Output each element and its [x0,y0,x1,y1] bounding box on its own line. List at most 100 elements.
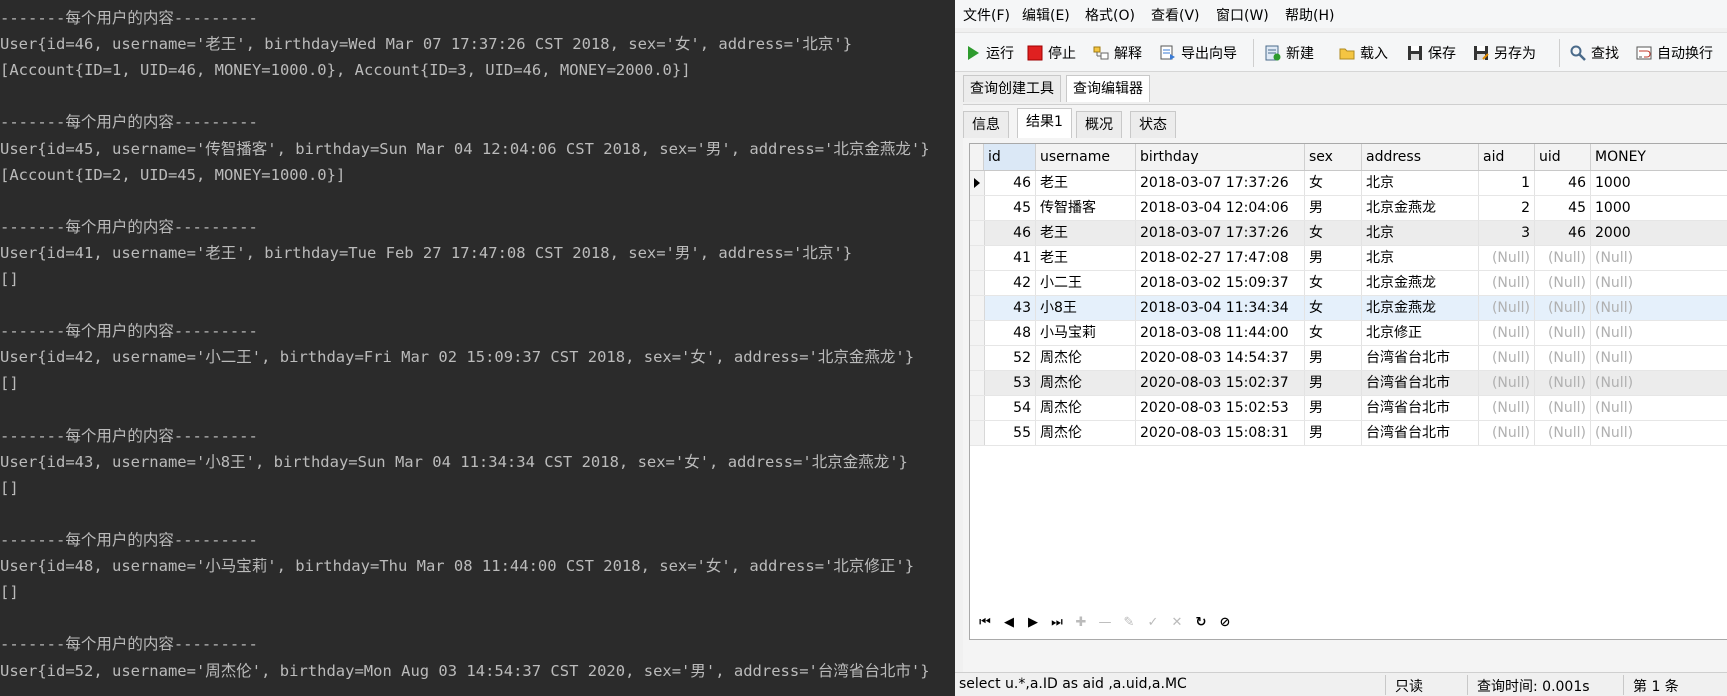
cell-money[interactable]: (Null) [1591,346,1727,370]
cell-money[interactable]: 2000 [1591,221,1727,245]
cell-aid[interactable]: (Null) [1479,296,1535,320]
cell-id[interactable]: 45 [984,196,1036,220]
auto-wrap-button[interactable]: 自动换行 [1636,42,1713,64]
row-indicator[interactable] [970,296,985,320]
cell-aid[interactable]: 3 [1479,221,1535,245]
export-wizard-button[interactable]: 导出向导 [1160,42,1237,64]
cell-uid[interactable]: (Null) [1535,396,1591,420]
cell-aid[interactable]: (Null) [1479,346,1535,370]
cell-address[interactable]: 北京 [1362,246,1479,270]
cell-uid[interactable]: (Null) [1535,296,1591,320]
add-record-icon[interactable]: ✚ [1073,615,1089,631]
column-header-sex[interactable]: sex [1305,144,1362,170]
cell-money[interactable]: (Null) [1591,421,1727,445]
cell-uid[interactable]: (Null) [1535,271,1591,295]
cell-sex[interactable]: 男 [1305,421,1362,445]
cell-username[interactable]: 传智播客 [1036,196,1136,220]
save-button[interactable]: 保存 [1407,42,1456,64]
row-indicator[interactable] [970,246,985,270]
cell-username[interactable]: 老王 [1036,171,1136,195]
cell-id[interactable]: 52 [984,346,1036,370]
cell-money[interactable]: (Null) [1591,246,1727,270]
cell-address[interactable]: 北京金燕龙 [1362,296,1479,320]
edit-record-icon[interactable]: ✎ [1121,615,1137,631]
table-row[interactable]: 53 周杰伦 2020-08-03 15:02:37 男台湾省台北市 (Null) (Nu… [970,371,1727,396]
load-button[interactable]: 载入 [1339,42,1388,64]
cell-uid[interactable]: (Null) [1535,421,1591,445]
cell-uid[interactable]: 46 [1535,171,1591,195]
cell-uid[interactable]: (Null) [1535,346,1591,370]
cell-id[interactable]: 53 [984,371,1036,395]
cell-sex[interactable]: 女 [1305,221,1362,245]
row-indicator[interactable] [970,421,985,445]
tab-result1[interactable]: 结果1 [1017,108,1072,138]
last-record-icon[interactable]: ⏭ [1049,615,1065,631]
cell-username[interactable]: 小二王 [1036,271,1136,295]
column-header-address[interactable]: address [1362,144,1479,170]
stop-refresh-icon[interactable]: ⊘ [1217,615,1233,631]
cell-aid[interactable]: (Null) [1479,271,1535,295]
cell-money[interactable]: (Null) [1591,321,1727,345]
cell-username[interactable]: 老王 [1036,246,1136,270]
cell-id[interactable]: 55 [984,421,1036,445]
menu-edit[interactable]: 编辑(E) [1022,5,1070,25]
cell-username[interactable]: 周杰伦 [1036,396,1136,420]
apply-changes-icon[interactable]: ✓ [1145,615,1161,631]
prev-record-icon[interactable]: ◀ [1001,615,1017,631]
cell-money[interactable]: 1000 [1591,171,1727,195]
cell-money[interactable]: (Null) [1591,371,1727,395]
column-header-money[interactable]: MONEY [1591,144,1727,170]
cell-id[interactable]: 46 [984,171,1036,195]
table-row[interactable]: 46 老王 2018-03-07 17:37:26 女北京 3 46 2000 [970,221,1727,246]
cell-address[interactable]: 台湾省台北市 [1362,421,1479,445]
cell-address[interactable]: 台湾省台北市 [1362,371,1479,395]
cell-id[interactable]: 42 [984,271,1036,295]
cell-birthday[interactable]: 2018-03-04 12:04:06 [1136,196,1305,220]
column-header-birthday[interactable]: birthday [1136,144,1305,170]
cell-sex[interactable]: 男 [1305,246,1362,270]
cell-id[interactable]: 48 [984,321,1036,345]
cell-aid[interactable]: (Null) [1479,396,1535,420]
cell-address[interactable]: 台湾省台北市 [1362,396,1479,420]
tab-query-editor[interactable]: 查询编辑器 [1066,75,1150,102]
column-header-uid[interactable]: uid [1535,144,1591,170]
cell-address[interactable]: 北京金燕龙 [1362,271,1479,295]
next-record-icon[interactable]: ▶ [1025,615,1041,631]
cell-username[interactable]: 周杰伦 [1036,371,1136,395]
column-header-username[interactable]: username [1036,144,1136,170]
row-indicator[interactable] [970,321,985,345]
table-row[interactable]: 54 周杰伦 2020-08-03 15:02:53 男台湾省台北市 (Null) (Nu… [970,396,1727,421]
table-row[interactable]: 42 小二王 2018-03-02 15:09:37 女北京金燕龙 (Null) (Nul… [970,271,1727,296]
column-header-aid[interactable]: aid [1479,144,1535,170]
column-header-id[interactable]: id [984,144,1036,170]
cell-money[interactable]: 1000 [1591,196,1727,220]
menu-format[interactable]: 格式(O) [1085,5,1135,25]
menu-window[interactable]: 窗口(W) [1216,5,1269,25]
cell-money[interactable]: (Null) [1591,296,1727,320]
cell-aid[interactable]: (Null) [1479,371,1535,395]
row-indicator[interactable] [970,346,985,370]
cell-birthday[interactable]: 2018-03-08 11:44:00 [1136,321,1305,345]
cell-birthday[interactable]: 2020-08-03 15:08:31 [1136,421,1305,445]
cell-username[interactable]: 小8王 [1036,296,1136,320]
cell-uid[interactable]: 46 [1535,221,1591,245]
cell-sex[interactable]: 女 [1305,271,1362,295]
cell-birthday[interactable]: 2020-08-03 15:02:37 [1136,371,1305,395]
cell-sex[interactable]: 女 [1305,171,1362,195]
tab-info[interactable]: 信息 [963,111,1009,138]
table-row[interactable]: 46 老王 2018-03-07 17:37:26 女北京 1 46 1000 [970,171,1727,196]
discard-changes-icon[interactable]: ✕ [1169,615,1185,631]
cell-birthday[interactable]: 2018-02-27 17:47:08 [1136,246,1305,270]
cell-aid[interactable]: (Null) [1479,321,1535,345]
run-button[interactable]: 运行 [965,42,1014,64]
cell-aid[interactable]: 2 [1479,196,1535,220]
row-indicator[interactable] [970,221,985,245]
row-indicator[interactable] [970,396,985,420]
tab-query-builder[interactable]: 查询创建工具 [963,75,1061,102]
cell-sex[interactable]: 女 [1305,321,1362,345]
cell-username[interactable]: 小马宝莉 [1036,321,1136,345]
cell-birthday[interactable]: 2020-08-03 15:02:53 [1136,396,1305,420]
table-row[interactable]: 52 周杰伦 2020-08-03 14:54:37 男台湾省台北市 (Null) (Nu… [970,346,1727,371]
menu-file[interactable]: 文件(F) [963,5,1010,25]
table-row[interactable]: 55 周杰伦 2020-08-03 15:08:31 男台湾省台北市 (Null) (Nu… [970,421,1727,446]
